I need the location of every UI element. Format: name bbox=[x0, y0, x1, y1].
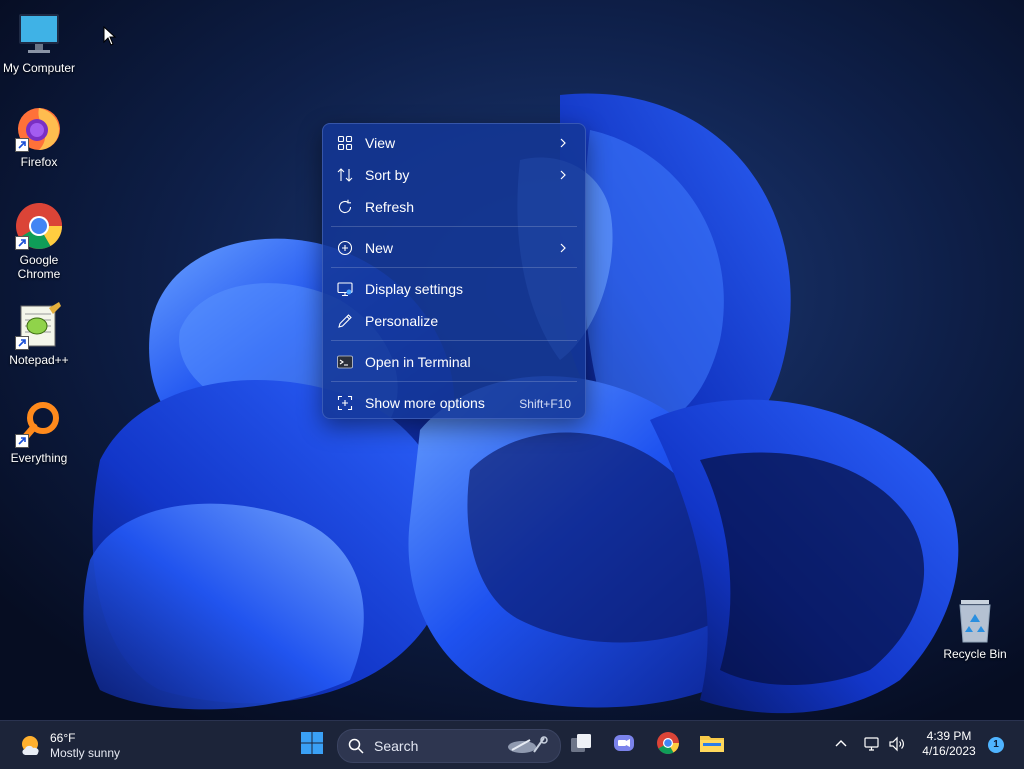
teams-chat-button[interactable] bbox=[608, 729, 640, 761]
shortcut-arrow-icon bbox=[15, 434, 29, 448]
menu-item-new[interactable]: New bbox=[327, 233, 581, 263]
menu-item-label: View bbox=[365, 135, 396, 151]
menu-item-shortcut: Shift+F10 bbox=[519, 397, 571, 411]
search-icon bbox=[348, 738, 364, 754]
clock-time: 4:39 PM bbox=[926, 729, 972, 743]
everything-icon bbox=[15, 400, 63, 448]
volume-icon[interactable] bbox=[888, 735, 906, 753]
desktop-icon-label: Google Chrome bbox=[17, 253, 61, 281]
menu-separator bbox=[331, 267, 577, 268]
chevron-right-icon bbox=[559, 135, 567, 151]
desktop-icon-label: Everything bbox=[10, 451, 68, 465]
chevron-right-icon bbox=[559, 167, 567, 183]
show-hidden-icons-chevron-icon[interactable] bbox=[832, 735, 850, 753]
menu-item-label: Personalize bbox=[365, 313, 439, 329]
plus-circle-icon bbox=[337, 240, 353, 256]
desktop-icon-everything[interactable]: Everything bbox=[0, 400, 78, 465]
search-highlight-icon bbox=[504, 734, 552, 758]
weather-sunny-cloud-icon bbox=[18, 733, 44, 759]
terminal-icon bbox=[337, 354, 353, 370]
menu-item-open-in-terminal[interactable]: Open in Terminal bbox=[327, 347, 581, 377]
desktop-icon-label: Notepad++ bbox=[9, 353, 69, 367]
more-options-icon bbox=[337, 395, 353, 411]
mouse-cursor-icon bbox=[103, 26, 117, 46]
shortcut-arrow-icon bbox=[15, 138, 29, 152]
recycle-bin-icon bbox=[951, 596, 999, 644]
weather-temperature: 66°F bbox=[50, 731, 76, 745]
menu-item-label: Refresh bbox=[365, 199, 415, 215]
start-button[interactable] bbox=[296, 729, 328, 761]
search-label: Search bbox=[374, 738, 419, 754]
display-icon bbox=[337, 281, 353, 297]
taskbar-search[interactable]: Search bbox=[337, 729, 561, 763]
teams-chat-icon bbox=[612, 731, 636, 760]
menu-item-sort-by[interactable]: Sort by bbox=[327, 160, 581, 190]
pen-icon bbox=[337, 313, 353, 329]
menu-item-refresh[interactable]: Refresh bbox=[327, 192, 581, 222]
taskbar-chrome-button[interactable] bbox=[652, 729, 684, 761]
menu-item-label: Open in Terminal bbox=[365, 354, 471, 370]
desktop-icon-notepadpp[interactable]: Notepad++ bbox=[0, 302, 78, 367]
menu-separator bbox=[331, 340, 577, 341]
desktop[interactable]: My Computer Firefox Google Chrome Notepa… bbox=[0, 0, 1024, 720]
desktop-icon-label: My Computer bbox=[2, 61, 76, 75]
sort-icon bbox=[337, 167, 353, 183]
windows-start-icon bbox=[300, 731, 324, 760]
weather-widget[interactable]: 66°F Mostly sunny bbox=[18, 729, 138, 761]
desktop-icon-label: Firefox bbox=[20, 155, 58, 169]
desktop-icon-my-computer[interactable]: My Computer bbox=[0, 10, 78, 75]
network-icon[interactable] bbox=[863, 735, 881, 753]
shortcut-arrow-icon bbox=[15, 336, 29, 350]
desktop-context-menu: View Sort by Refresh New Display setting… bbox=[322, 123, 586, 419]
menu-separator bbox=[331, 381, 577, 382]
task-view-button[interactable] bbox=[565, 729, 597, 761]
menu-item-label: New bbox=[365, 240, 394, 256]
chevron-right-icon bbox=[559, 240, 567, 256]
menu-separator bbox=[331, 226, 577, 227]
monitor-icon bbox=[15, 10, 63, 58]
menu-item-display-settings[interactable]: Display settings bbox=[327, 274, 581, 304]
weather-description: Mostly sunny bbox=[50, 746, 121, 760]
taskbar: 66°F Mostly sunny Search 4:39 PM 4/16/20… bbox=[0, 720, 1024, 769]
notification-badge[interactable]: 1 bbox=[988, 737, 1004, 753]
task-view-icon bbox=[569, 731, 593, 760]
chrome-icon bbox=[15, 202, 63, 250]
desktop-icon-recycle-bin[interactable]: Recycle Bin bbox=[936, 596, 1014, 661]
menu-item-view[interactable]: View bbox=[327, 128, 581, 158]
clock-date: 4/16/2023 bbox=[922, 744, 976, 758]
notepadpp-icon bbox=[15, 302, 63, 350]
menu-item-personalize[interactable]: Personalize bbox=[327, 306, 581, 336]
refresh-icon bbox=[337, 199, 353, 215]
firefox-icon bbox=[15, 104, 63, 152]
chrome-icon bbox=[656, 731, 680, 760]
file-explorer-icon bbox=[699, 731, 725, 760]
menu-item-label: Sort by bbox=[365, 167, 410, 183]
file-explorer-button[interactable] bbox=[696, 729, 728, 761]
desktop-icon-label: Recycle Bin bbox=[943, 647, 1007, 661]
grid-icon bbox=[337, 135, 353, 151]
shortcut-arrow-icon bbox=[15, 236, 29, 250]
desktop-icon-firefox[interactable]: Firefox bbox=[0, 104, 78, 169]
menu-item-label: Display settings bbox=[365, 281, 464, 297]
menu-item-show-more-options[interactable]: Show more options Shift+F10 bbox=[327, 388, 581, 418]
desktop-icon-chrome[interactable]: Google Chrome bbox=[0, 202, 78, 281]
menu-item-label: Show more options bbox=[365, 395, 485, 411]
clock[interactable]: 4:39 PM 4/16/2023 bbox=[912, 729, 986, 759]
